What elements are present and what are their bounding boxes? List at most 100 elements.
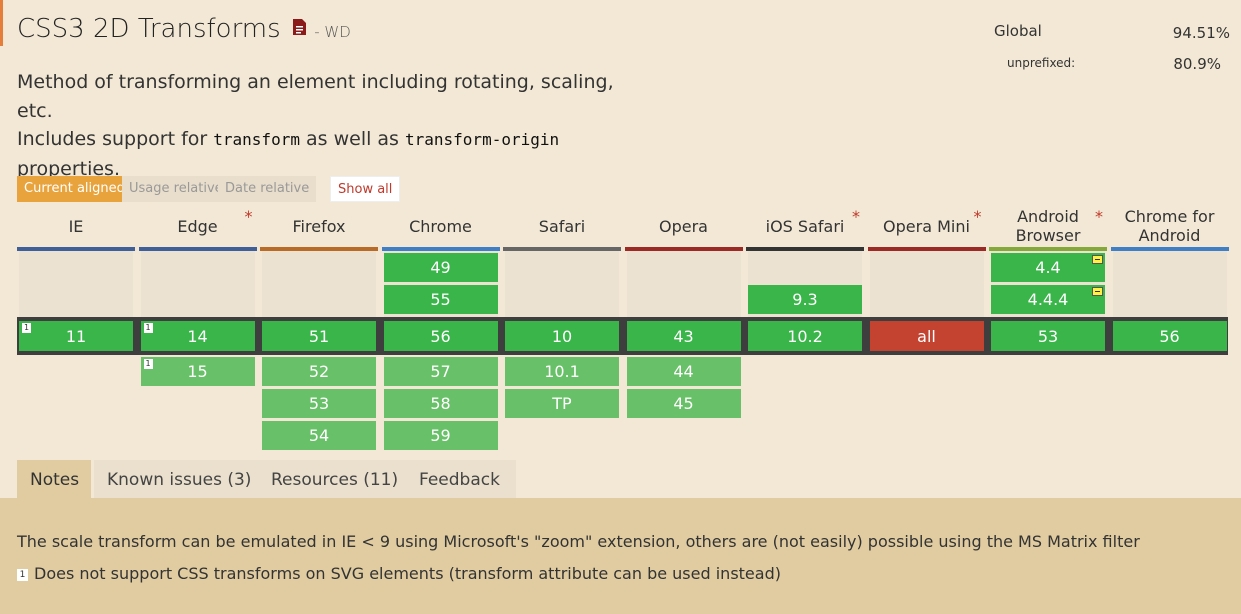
past-versions-bg <box>19 251 133 317</box>
browser-header-android-browser[interactable]: Android Browser * <box>989 205 1107 247</box>
tab-notes[interactable]: Notes <box>17 460 91 498</box>
cell-current-chrome[interactable]: 56 <box>383 321 498 351</box>
version-label: 9.3 <box>792 290 818 309</box>
code-transform-origin: transform-origin <box>405 130 560 149</box>
cell-safari-tp[interactable]: TP <box>505 389 619 418</box>
feature-description: Method of transforming an element includ… <box>17 68 637 183</box>
version-label: 55 <box>430 290 451 309</box>
cell-chrome-58[interactable]: 58 <box>383 389 498 418</box>
version-label: 14 <box>187 326 208 346</box>
show-all-button[interactable]: Show all <box>330 176 401 202</box>
cell-chrome-59[interactable]: 59 <box>383 421 498 450</box>
cell-firefox-53[interactable]: 53 <box>262 389 376 418</box>
version-label: 59 <box>430 426 451 445</box>
usage-relative-button[interactable]: Usage relative <box>122 176 230 202</box>
past-versions-bg <box>1112 251 1227 317</box>
version-label: 54 <box>308 426 330 445</box>
browser-header-firefox[interactable]: Firefox <box>260 205 378 247</box>
cell-current-opera[interactable]: 43 <box>626 321 741 351</box>
browser-name: iOS Safari <box>765 216 845 236</box>
version-label: 4.4.4 <box>1027 290 1069 309</box>
date-relative-button[interactable]: Date relative <box>218 176 317 202</box>
past-versions-bg <box>869 251 984 317</box>
browser-header-ios-safari[interactable]: iOS Safari * <box>746 205 864 247</box>
past-versions-bg <box>505 251 619 317</box>
spec-status: - WD <box>314 23 351 41</box>
cell-opera-45[interactable]: 45 <box>626 389 741 418</box>
browser-header-chrome[interactable]: Chrome <box>382 205 500 247</box>
cell-current-edge[interactable]: 14 1 <box>140 321 255 351</box>
prefix-asterisk: * <box>244 207 253 226</box>
cell-current-ios-safari[interactable]: 10.2 <box>748 321 862 351</box>
description-line-1: Method of transforming an element includ… <box>17 71 614 122</box>
version-label: 53 <box>1037 326 1059 346</box>
version-label: 11 <box>65 326 87 346</box>
browser-name: IE <box>68 216 84 236</box>
cell-current-android-browser[interactable]: 53 <box>991 321 1105 351</box>
unprefixed-usage-label: unprefixed: <box>1007 56 1076 70</box>
browser-name: Safari <box>538 216 586 236</box>
browser-header-opera-mini[interactable]: Opera Mini * <box>868 205 986 247</box>
browser-name: Opera Mini <box>883 216 970 236</box>
description-connector: as well as <box>299 128 405 150</box>
version-label: 10.1 <box>544 362 580 381</box>
browser-name: Chrome <box>409 216 472 236</box>
cell-android-4-4[interactable]: 4.4 <box>991 253 1105 282</box>
browser-header-safari[interactable]: Safari <box>503 205 621 247</box>
version-label: 49 <box>430 258 451 277</box>
global-usage-value: 94.51% <box>1172 24 1230 42</box>
cell-android-4-4-4[interactable]: 4.4.4 <box>991 285 1105 314</box>
browser-header-opera[interactable]: Opera <box>625 205 743 247</box>
browser-name: Edge <box>177 216 218 236</box>
notes-panel: The scale transform can be emulated in I… <box>0 498 1241 614</box>
cell-opera-44[interactable]: 44 <box>626 357 741 386</box>
browser-header-chrome-for-android[interactable]: Chrome for Android <box>1111 205 1229 247</box>
prefix-asterisk: * <box>973 207 982 226</box>
note-marker-icon: 1 <box>22 323 31 333</box>
version-label: 58 <box>430 394 451 413</box>
cell-current-firefox[interactable]: 51 <box>262 321 376 351</box>
unprefixed-usage-value: 80.9% <box>1173 55 1221 73</box>
browser-header-ie[interactable]: IE <box>17 205 135 247</box>
cell-chrome-49[interactable]: 49 <box>383 253 498 282</box>
cell-current-ie[interactable]: 11 1 <box>19 321 133 351</box>
cell-edge-15[interactable]: 15 1 <box>140 357 255 386</box>
cell-current-safari[interactable]: 10 <box>505 321 619 351</box>
current-aligned-button[interactable]: Current aligned <box>17 176 132 202</box>
cell-firefox-52[interactable]: 52 <box>262 357 376 386</box>
version-label: all <box>917 326 936 346</box>
global-usage-label: Global <box>994 22 1042 40</box>
cell-ios-safari-9-3[interactable]: 9.3 <box>748 285 862 314</box>
browser-name: Android Browser <box>1015 207 1081 245</box>
cell-firefox-54[interactable]: 54 <box>262 421 376 450</box>
version-label: 51 <box>308 326 330 346</box>
past-versions-bg <box>262 251 376 317</box>
cell-current-opera-mini[interactable]: all <box>869 321 984 351</box>
note-marker-icon: 1 <box>143 323 153 333</box>
version-label: 10 <box>551 326 573 346</box>
cell-safari-10-1[interactable]: 10.1 <box>505 357 619 386</box>
partial-support-icon <box>1092 255 1103 264</box>
description-line-2: Includes support for <box>17 128 214 150</box>
page-title: CSS3 2D Transforms - WD <box>17 14 351 45</box>
browser-header-edge[interactable]: Edge * <box>139 205 257 247</box>
tab-known-issues[interactable]: Known issues (3) <box>94 460 258 498</box>
prefix-asterisk: * <box>852 207 860 226</box>
version-label: TP <box>552 394 572 413</box>
browser-name: Firefox <box>292 216 346 236</box>
tab-resources[interactable]: Resources (11) <box>258 460 406 498</box>
spec-document-icon[interactable] <box>292 12 306 42</box>
cell-current-chrome-for-android[interactable]: 56 <box>1112 321 1227 351</box>
accent-bar <box>0 0 3 46</box>
version-label: 56 <box>1159 326 1180 346</box>
footnote-1: 1 Does not support CSS transforms on SVG … <box>17 564 781 583</box>
cell-chrome-55[interactable]: 55 <box>383 285 498 314</box>
past-versions-bg <box>626 251 741 317</box>
tab-feedback[interactable]: Feedback <box>406 460 516 498</box>
cell-chrome-57[interactable]: 57 <box>383 357 498 386</box>
browser-name: Chrome for Android <box>1124 207 1215 245</box>
feature-title: CSS3 2D Transforms <box>17 14 281 44</box>
version-label: 43 <box>673 326 694 346</box>
footnote-marker: 1 <box>17 569 28 581</box>
version-label: 45 <box>673 394 694 413</box>
